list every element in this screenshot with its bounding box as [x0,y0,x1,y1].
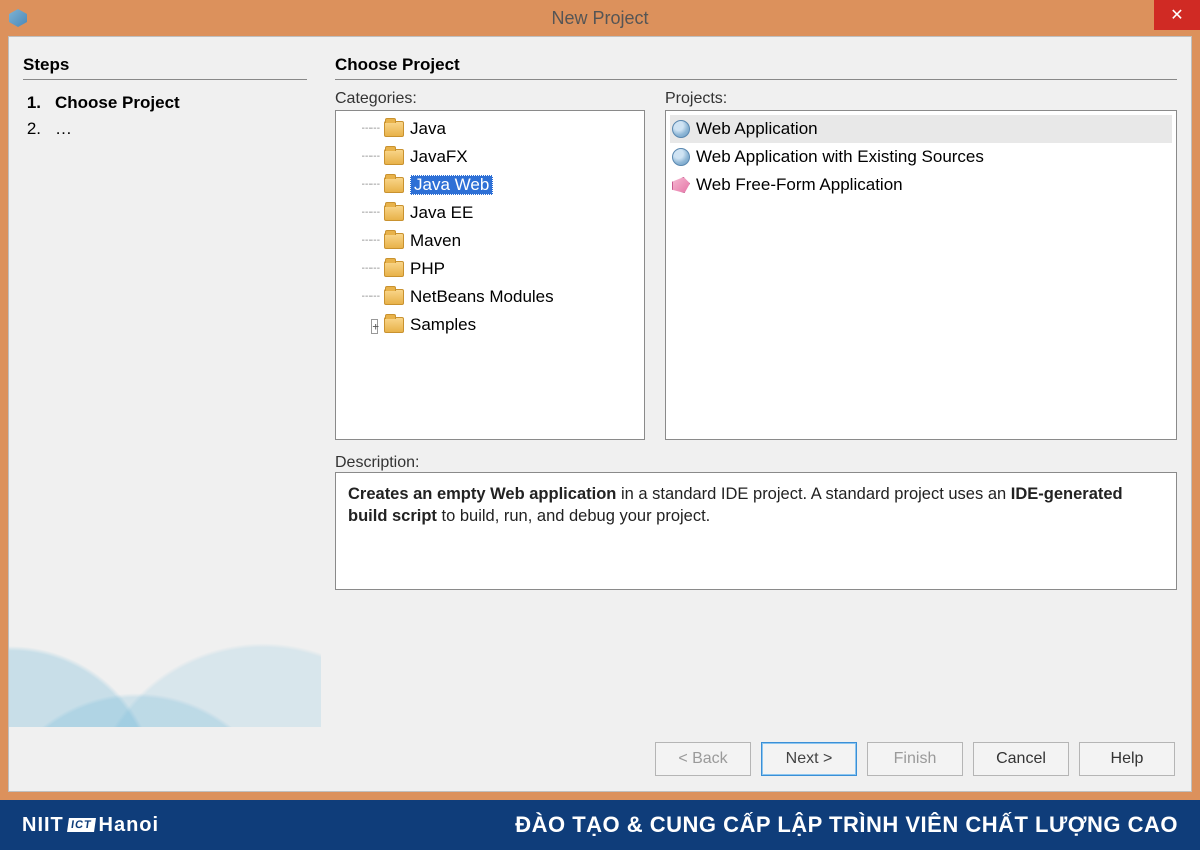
category-label: Samples [410,315,476,335]
globe-icon [672,148,690,166]
folder-icon [384,289,404,305]
project-label: Web Application [696,119,818,139]
category-item[interactable]: ┄┄ Java [340,115,640,143]
new-project-dialog: New Project ✕ Steps 1. Choose Project 2.… [0,0,1200,800]
category-label: JavaFX [410,147,468,167]
category-label: Java Web [410,175,493,195]
step-label: … [55,119,72,139]
category-label: NetBeans Modules [410,287,554,307]
category-item[interactable]: ┄┄ JavaFX [340,143,640,171]
next-button[interactable]: Next > [761,742,857,776]
folder-icon [384,121,404,137]
back-button[interactable]: < Back [655,742,751,776]
folder-icon [384,317,404,333]
step-label: Choose Project [55,93,180,113]
projects-label: Projects: [665,90,1177,108]
close-icon: ✕ [1170,5,1183,25]
banner-logo: NIIT ICT Hanoi [22,814,159,837]
category-label: PHP [410,259,445,279]
tree-lines: + [342,315,378,335]
category-label: Java [410,119,446,139]
folder-icon [384,261,404,277]
category-item[interactable]: ┄┄ Maven [340,227,640,255]
tree-lines: ┄┄ [342,259,378,279]
steps-heading: Steps [23,55,307,80]
project-item[interactable]: Web Free-Form Application [670,171,1172,199]
steps-sidebar: Steps 1. Choose Project 2. … [9,37,321,727]
globe-icon [672,120,690,138]
main-panel: Choose Project Categories: ┄┄ Java ┄┄ JavaF… [321,37,1191,727]
tree-lines: ┄┄ [342,231,378,251]
brand-right: Hanoi [99,814,160,837]
step-number: 1. [23,93,41,113]
category-label: Maven [410,231,461,251]
step-number: 2. [23,119,41,139]
freeform-icon [672,177,690,193]
brand-left: NIIT [22,814,64,837]
project-label: Web Application with Existing Sources [696,147,984,167]
footer-banner: NIIT ICT Hanoi ĐÀO TẠO & CUNG CẤP LẬP TR… [0,800,1200,850]
description-text: to build, run, and debug your project. [437,507,710,525]
brand-box: ICT [67,818,96,832]
steps-list: 1. Choose Project 2. … [23,90,307,142]
dialog-body: Steps 1. Choose Project 2. … Choose Proj… [8,36,1192,792]
step-item: 2. … [23,116,307,142]
categories-tree[interactable]: ┄┄ Java ┄┄ JavaFX ┄┄ Java Web ┄┄ Java EE ┄┄ Maven… [335,110,645,440]
tree-lines: ┄┄ [342,119,378,139]
wizard-button-row: < Back Next > Finish Cancel Help [9,727,1191,791]
description-label: Description: [335,454,1177,472]
projects-list[interactable]: Web Application Web Application with Exis… [665,110,1177,440]
help-button[interactable]: Help [1079,742,1175,776]
category-item[interactable]: ┄┄ Java Web [340,171,640,199]
step-item: 1. Choose Project [23,90,307,116]
folder-icon [384,149,404,165]
banner-text: ĐÀO TẠO & CUNG CẤP LẬP TRÌNH VIÊN CHẤT L… [515,812,1178,838]
project-item[interactable]: Web Application [670,115,1172,143]
category-item[interactable]: ┄┄ PHP [340,255,640,283]
folder-icon [384,233,404,249]
description-box: Creates an empty Web application in a st… [335,472,1177,590]
window-title: New Project [551,8,648,29]
tree-lines: ┄┄ [342,175,378,195]
categories-label: Categories: [335,90,645,108]
category-item[interactable]: + Samples [340,311,640,339]
app-icon [8,8,28,28]
finish-button[interactable]: Finish [867,742,963,776]
main-heading: Choose Project [335,55,1177,80]
project-label: Web Free-Form Application [696,175,903,195]
category-item[interactable]: ┄┄ Java EE [340,199,640,227]
folder-icon [384,177,404,193]
description-text: in a standard IDE project. A standard pr… [616,485,1010,503]
close-button[interactable]: ✕ [1154,0,1200,30]
category-label: Java EE [410,203,473,223]
cancel-button[interactable]: Cancel [973,742,1069,776]
tree-lines: ┄┄ [342,203,378,223]
category-item[interactable]: ┄┄ NetBeans Modules [340,283,640,311]
description-bold: Creates an empty Web application [348,485,616,503]
folder-icon [384,205,404,221]
tree-lines: ┄┄ [342,147,378,167]
titlebar[interactable]: New Project ✕ [0,0,1200,36]
expand-icon[interactable]: + [371,319,378,334]
project-item[interactable]: Web Application with Existing Sources [670,143,1172,171]
tree-lines: ┄┄ [342,287,378,307]
